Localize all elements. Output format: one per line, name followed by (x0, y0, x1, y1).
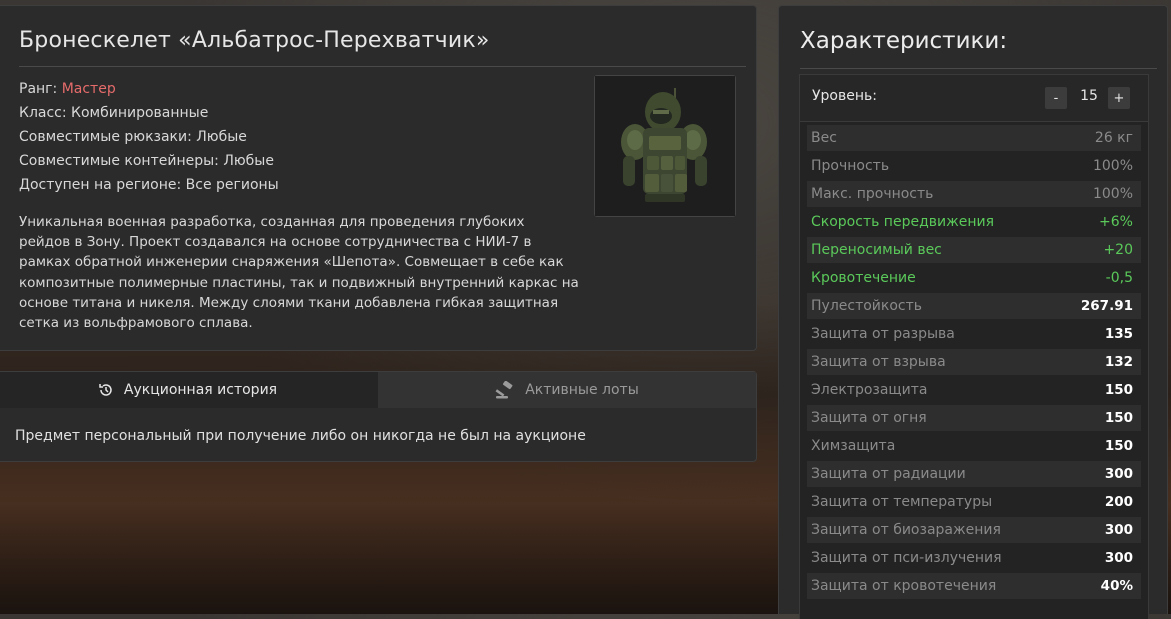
level-increase-button[interactable]: + (1108, 87, 1130, 109)
stat-value: 300 (1104, 466, 1133, 482)
stat-name: Защита от радиации (811, 466, 966, 482)
stat-name: Переносимый вес (811, 242, 942, 258)
item-containers: Совместимые контейнеры: Любые (19, 153, 274, 169)
stat-name: Защита от температуры (811, 494, 993, 510)
stat-name: Защита от разрыва (811, 326, 955, 342)
stat-name: Защита от взрыва (811, 354, 946, 370)
stat-value: 300 (1104, 522, 1133, 538)
item-info-panel: Бронескелет «Альбатрос-Перехватчик» Ранг… (0, 5, 757, 351)
level-selector: Уровень: - 15 + (800, 75, 1148, 122)
stat-row: Химзащита 150 (807, 433, 1141, 459)
stat-row: Защита от разрыва 135 (807, 321, 1141, 347)
auction-tabs-panel: Аукционная история Активные лоты Предмет… (0, 371, 757, 462)
armor-exoskeleton-image (594, 75, 736, 217)
stat-row: Защита от пси-излучения 300 (807, 545, 1141, 571)
stat-value: 200 (1104, 494, 1133, 510)
item-description: Уникальная военная разработка, созданная… (19, 214, 579, 332)
stats-divider (800, 68, 1157, 69)
stat-value: 100% (1092, 158, 1133, 174)
stat-row: Защита от огня 150 (807, 405, 1141, 431)
tab-active-lots-label: Активные лоты (525, 382, 639, 398)
stat-value: 300 (1104, 550, 1133, 566)
stats-title: Характеристики: (800, 28, 1008, 54)
item-class: Класс: Комбинированные (19, 105, 209, 121)
item-rank: Ранг: Мастер (19, 81, 116, 97)
stat-row: Защита от кровотечения 40% (807, 573, 1141, 599)
item-region: Доступен на регионе: Все регионы (19, 177, 279, 193)
stat-name: Защита от кровотечения (811, 578, 997, 594)
tab-auction-history-label: Аукционная история (123, 382, 278, 398)
stat-row: Вес 26 кг (807, 125, 1141, 151)
armor-exoskeleton-icon (595, 76, 735, 216)
stat-value: +6% (1099, 214, 1133, 230)
stat-value: 132 (1104, 354, 1133, 370)
stat-name: Защита от биозаражения (811, 522, 1001, 538)
stat-name: Прочность (811, 158, 890, 174)
stat-value: 100% (1092, 186, 1133, 202)
stat-name: Макс. прочность (811, 186, 934, 202)
item-backpacks: Совместимые рюкзаки: Любые (19, 129, 247, 145)
stat-name: Кровотечение (811, 270, 916, 286)
stat-value: 135 (1104, 326, 1133, 342)
auction-note: Предмет персональный при получение либо … (15, 428, 586, 444)
gavel-icon (495, 381, 515, 399)
stat-name: Химзащита (811, 438, 896, 454)
tab-active-lots[interactable]: Активные лоты (378, 372, 756, 408)
rank-value: Мастер (61, 81, 116, 97)
stat-name: Скорость передвижения (811, 214, 994, 230)
stat-value: 26 кг (1094, 130, 1133, 146)
stat-value: 150 (1104, 410, 1133, 426)
item-title: Бронескелет «Альбатрос-Перехватчик» (19, 28, 490, 53)
stat-name: Защита от пси-излучения (811, 550, 1002, 566)
level-decrease-button[interactable]: - (1045, 87, 1067, 109)
stats-panel: Характеристики: Уровень: - 15 + Вес 26 кг… (778, 5, 1168, 619)
stat-row: Пулестойкость 267.91 (807, 293, 1141, 319)
level-label: Уровень: (812, 88, 877, 104)
stat-value: 150 (1104, 438, 1133, 454)
stat-value: -0,5 (1105, 270, 1133, 286)
stat-row: Защита от радиации 300 (807, 461, 1141, 487)
stat-row: Скорость передвижения +6% (807, 209, 1141, 235)
stat-row: Защита от биозаражения 300 (807, 517, 1141, 543)
stat-row: Электрозащита 150 (807, 377, 1141, 403)
stat-name: Защита от огня (811, 410, 927, 426)
level-value: 15 (1080, 88, 1098, 104)
stat-row: Прочность 100% (807, 153, 1141, 179)
title-divider (19, 66, 746, 67)
stat-row: Защита от взрыва 132 (807, 349, 1141, 375)
stat-value: +20 (1103, 242, 1133, 258)
tab-auction-history[interactable]: Аукционная история (0, 372, 378, 408)
stat-row: Защита от температуры 200 (807, 489, 1141, 515)
stat-value: 267.91 (1080, 298, 1133, 314)
stat-row: Кровотечение -0,5 (807, 265, 1141, 291)
history-icon (98, 382, 114, 398)
stat-value: 40% (1100, 578, 1133, 594)
stat-row: Переносимый вес +20 (807, 237, 1141, 263)
stat-row: Макс. прочность 100% (807, 181, 1141, 207)
stat-name: Электрозащита (811, 382, 928, 398)
stat-name: Вес (811, 130, 837, 146)
stat-value: 150 (1104, 382, 1133, 398)
stats-list: Уровень: - 15 + Вес 26 кг Прочность 100% Мак… (799, 74, 1149, 619)
stat-name: Пулестойкость (811, 298, 923, 314)
